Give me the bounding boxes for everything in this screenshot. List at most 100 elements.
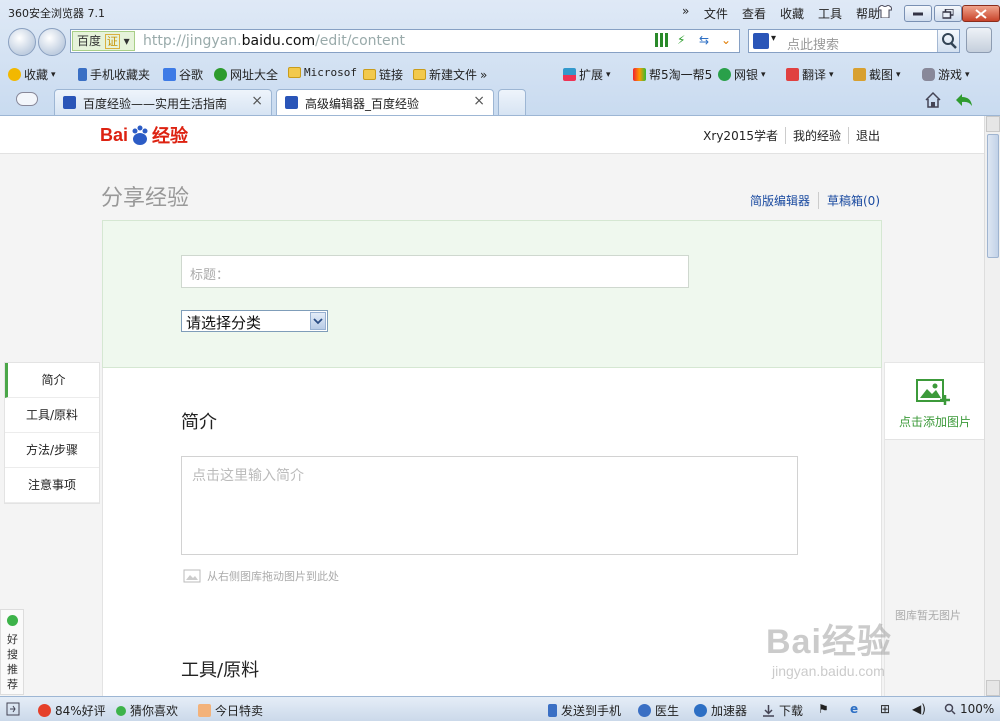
intro-textarea[interactable]: 点击这里输入简介 [181, 456, 798, 555]
fav-collect[interactable]: 收藏 ▾ [8, 66, 56, 83]
lightning-icon[interactable]: ⚡ [677, 33, 691, 47]
fav-directory[interactable]: 网址大全 [214, 66, 278, 83]
search-button[interactable] [937, 30, 959, 52]
category-select[interactable]: 请选择分类 [181, 310, 328, 332]
ie-mode-button[interactable]: e [850, 702, 858, 716]
green-dot-icon [116, 705, 126, 716]
drafts-link[interactable]: 草稿箱(0) [819, 192, 880, 209]
menu-favorites[interactable]: 收藏 [780, 5, 804, 22]
dropdown-icon[interactable]: ⌄ [721, 33, 735, 47]
sidebar-toggle-button[interactable] [6, 702, 20, 716]
undo-close-tab-icon[interactable] [954, 91, 974, 109]
restore-button[interactable]: ⊞ [880, 702, 890, 716]
minimize-button[interactable] [904, 5, 932, 22]
zoom-control[interactable]: 100% [944, 702, 994, 716]
address-icons: ⚡ ⇆ ⌄ [655, 33, 735, 47]
back-button[interactable] [8, 28, 36, 56]
accelerator-button[interactable]: 加速器 [694, 702, 747, 719]
close-window-button[interactable] [962, 5, 1000, 22]
tab-close-button[interactable]: × [473, 93, 485, 109]
home-icon[interactable] [924, 91, 942, 109]
baidu-jingyan-logo[interactable]: Bai 经验 [100, 122, 188, 148]
tab-baidu-jingyan[interactable]: 百度经验——实用生活指南 × [54, 89, 272, 115]
tab-close-button[interactable]: × [251, 93, 263, 109]
tab-advanced-editor[interactable]: 高级编辑器_百度经验 × [276, 89, 494, 115]
send-to-phone-button[interactable]: 发送到手机 [548, 702, 621, 719]
site-header: Bai 经验 Xry2015学者 我的经验 退出 [0, 116, 984, 154]
search-engine-paw-icon[interactable] [753, 33, 769, 49]
url-text[interactable]: http://jingyan.baidu.com/edit/content [143, 33, 405, 49]
scroll-down-button[interactable] [986, 680, 1000, 696]
doctor-button[interactable]: 医生 [638, 702, 679, 719]
toolbar-label: 网银 [734, 68, 759, 82]
fav-links[interactable]: 链接 [363, 66, 403, 83]
close-icon [975, 8, 987, 19]
fav-mobile[interactable]: 手机收藏夹 [78, 66, 150, 83]
address-bar[interactable]: 百度 证 ▾ http://jingyan.baidu.com/edit/con… [70, 29, 740, 53]
new-tab-button[interactable] [498, 89, 526, 115]
menu-file[interactable]: 文件 [704, 5, 728, 22]
fav-more-button[interactable]: » [480, 68, 487, 82]
fav-google[interactable]: 谷歌 [163, 66, 203, 83]
menu-help[interactable]: 帮助 [856, 5, 880, 22]
category-selected: 请选择分类 [186, 314, 262, 332]
username-link[interactable]: Xry2015学者 [696, 127, 786, 144]
fav-microsoft[interactable]: Microsof [288, 66, 357, 79]
site-cert-chip[interactable]: 百度 证 ▾ [72, 31, 135, 51]
panel-toggle-icon [6, 702, 20, 716]
fav-label: 手机收藏夹 [90, 68, 151, 82]
tab-strip: 百度经验——实用生活指南 × 高级编辑器_百度经验 × [0, 87, 1000, 115]
nav-tools[interactable]: 工具/原料 [5, 398, 99, 433]
rating-button[interactable]: 84%好评 [38, 702, 106, 719]
shield-icon [718, 68, 731, 81]
compat-mode-icon[interactable]: ⇆ [699, 33, 713, 47]
nav-steps[interactable]: 方法/步骤 [5, 433, 99, 468]
toolbar-bang5[interactable]: 帮5淘一帮5 [633, 66, 712, 83]
baidu-paw-icon [132, 125, 148, 145]
star-icon [8, 68, 21, 81]
cloud-icon[interactable] [16, 92, 38, 106]
title-form: 标题： 请选择分类 [102, 220, 882, 368]
download-button[interactable]: 下载 [762, 702, 803, 719]
toolbar-extensions[interactable]: 扩展 ▾ [563, 66, 611, 83]
chevron-down-icon: ▾ [51, 69, 56, 80]
volume-button[interactable]: ◀) [912, 702, 926, 716]
menu-tools[interactable]: 工具 [818, 5, 842, 22]
qr-code-icon[interactable] [655, 33, 669, 47]
toolbar-translate[interactable]: 翻译 ▾ [786, 66, 834, 83]
scroll-thumb[interactable] [987, 134, 999, 258]
add-image-button[interactable]: 点击添加图片 [885, 363, 984, 440]
menu-view[interactable]: 查看 [742, 5, 766, 22]
haosou-recommend-widget[interactable]: 好搜推荐 [0, 609, 24, 695]
compat-button[interactable]: ⚑ [818, 702, 829, 716]
page-title: 分享经验 [101, 186, 190, 211]
guess-you-like-button[interactable]: 猜你喜欢 [116, 702, 178, 719]
doctor-icon [638, 704, 651, 717]
vertical-scrollbar[interactable] [984, 116, 1000, 696]
nav-intro[interactable]: 简介 [5, 363, 99, 398]
menu-more-button[interactable]: » [682, 4, 689, 18]
toolbar-screenshot[interactable]: 截图 ▾ [853, 66, 901, 83]
tomato-icon [38, 704, 51, 717]
toolbar-bank[interactable]: 网银 ▾ [718, 66, 766, 83]
engine-dropdown-icon[interactable]: ▾ [771, 33, 776, 44]
status-dot-icon [7, 615, 18, 626]
simple-editor-link[interactable]: 简版编辑器 [742, 192, 819, 209]
today-deals-button[interactable]: 今日特卖 [198, 702, 263, 719]
search-box[interactable]: ▾ 点此搜索 [748, 29, 960, 53]
maximize-button[interactable] [934, 5, 962, 22]
grid-icon [563, 68, 576, 81]
add-image-label: 点击添加图片 [898, 415, 971, 429]
search-input[interactable]: 点此搜索 [787, 34, 839, 53]
fav-new-folder[interactable]: 新建文件» [413, 66, 487, 83]
user-avatar[interactable] [966, 27, 992, 53]
toolbar-games[interactable]: 游戏 ▾ [922, 66, 970, 83]
logout-link[interactable]: 退出 [849, 127, 880, 144]
forward-button[interactable] [38, 28, 66, 56]
my-experience-link[interactable]: 我的经验 [786, 127, 849, 144]
speaker-icon: ◀) [912, 702, 926, 716]
skin-shirt-icon[interactable] [878, 5, 892, 18]
title-input[interactable]: 标题： [181, 255, 689, 288]
nav-notes[interactable]: 注意事项 [5, 468, 99, 503]
scroll-up-button[interactable] [986, 116, 1000, 132]
